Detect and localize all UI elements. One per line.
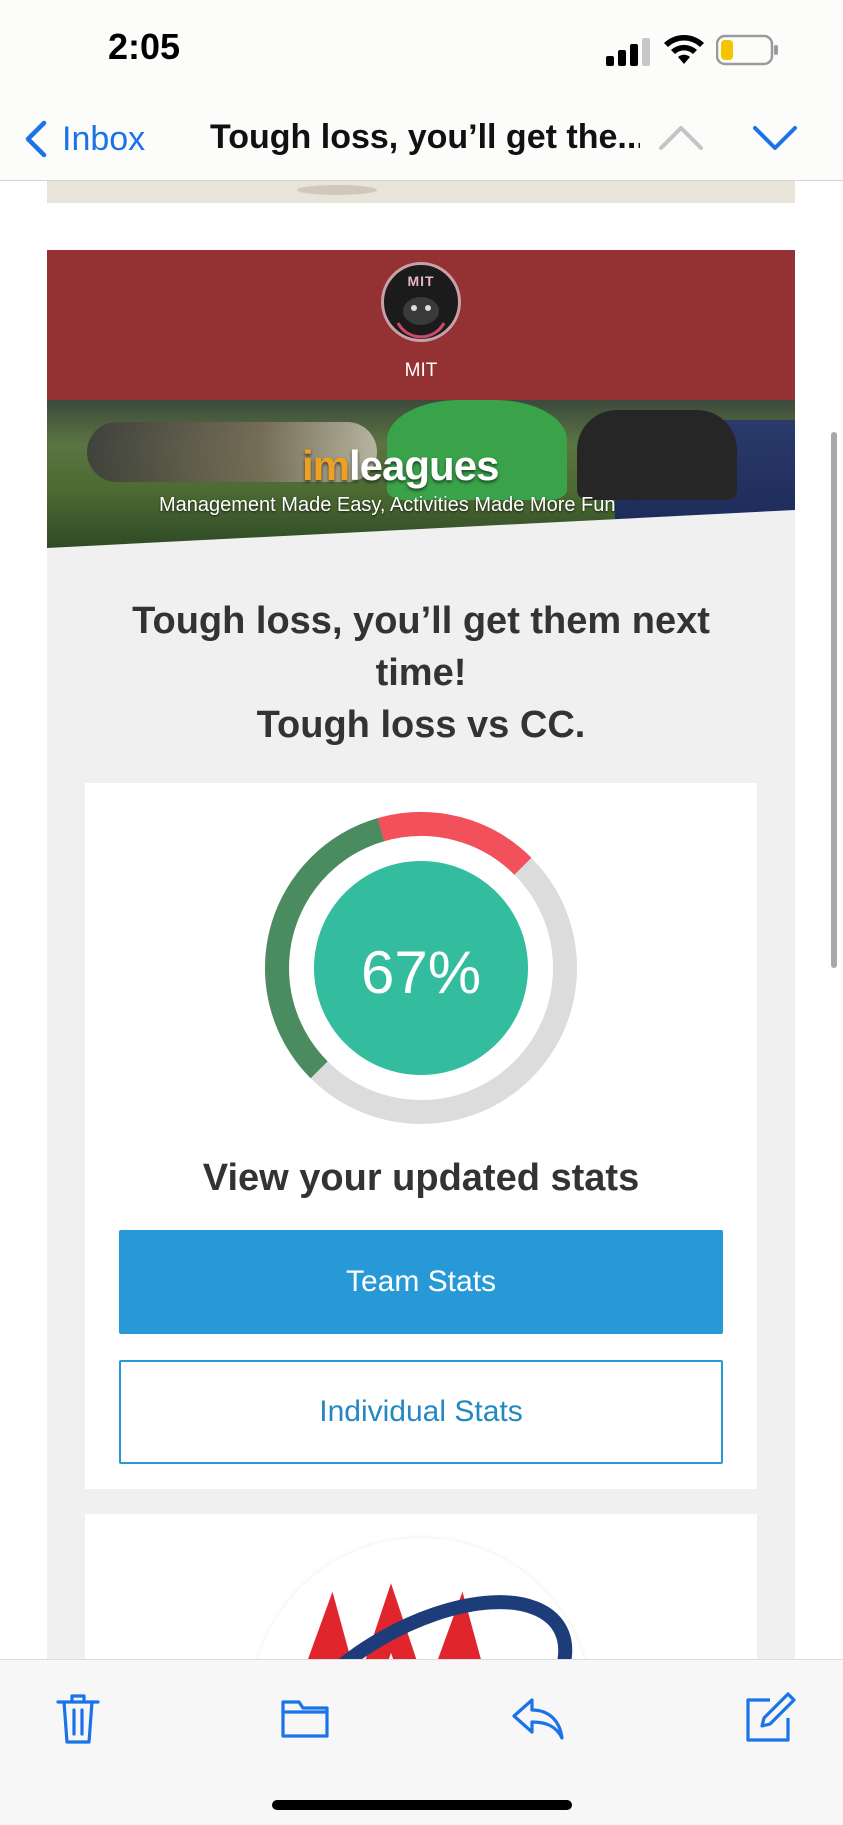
status-time: 2:05 [108,26,181,67]
scroll-indicator[interactable] [831,432,837,968]
imleagues-logo: imleagues [302,442,499,490]
email-body[interactable]: MIT MIT imleagues Management Made Easy, … [0,181,843,1659]
stats-card: 67% View your updated stats Team Stats I… [85,783,757,1489]
org-name: MIT [404,360,438,381]
aaa-logo-icon [269,1583,573,1659]
previous-image-fragment [47,181,795,203]
banner-tagline: Management Made Easy, Activities Made Mo… [159,494,616,516]
bottom-toolbar [0,1659,843,1825]
opponent-team-logo [251,1538,591,1659]
opponent-card [85,1514,757,1659]
battery-low-icon [716,34,778,66]
reply-icon[interactable] [508,1688,568,1748]
chevron-left-icon [25,120,47,158]
compose-icon[interactable] [740,1688,800,1748]
previous-message-button[interactable] [656,118,706,158]
next-message-button[interactable] [750,118,800,158]
individual-stats-button[interactable]: Individual Stats [119,1360,723,1464]
org-header: MIT MIT [47,250,795,400]
wifi-icon [664,35,704,64]
subheadline: Tough loss vs CC. [256,704,586,746]
win-percentage-label: 67% [360,939,482,1006]
imleagues-banner: imleagues Management Made Easy, Activiti… [47,400,795,548]
team-stats-button[interactable]: Team Stats [119,1230,723,1334]
cellular-signal-icon [606,38,650,66]
org-logo: MIT [381,262,461,342]
beaver-mascot-icon [396,297,446,339]
logo-prefix: im [302,442,350,489]
logo-suffix: leagues [349,442,499,489]
email-subject-title: Tough loss, you’ll get the... [210,118,640,156]
home-indicator[interactable] [272,1800,572,1810]
email-card: MIT MIT imleagues Management Made Easy, … [47,250,795,1659]
status-bar: 2:05 [0,0,843,100]
trash-icon[interactable] [48,1688,108,1748]
folder-icon[interactable] [280,1688,330,1748]
headline: Tough loss, you’ll get them next time! [132,600,710,694]
mail-nav-bar: Inbox Tough loss, you’ll get the... [0,100,843,181]
back-label: Inbox [62,119,146,158]
stats-heading: View your updated stats [202,1157,640,1199]
back-to-inbox-button[interactable]: Inbox [22,114,145,164]
